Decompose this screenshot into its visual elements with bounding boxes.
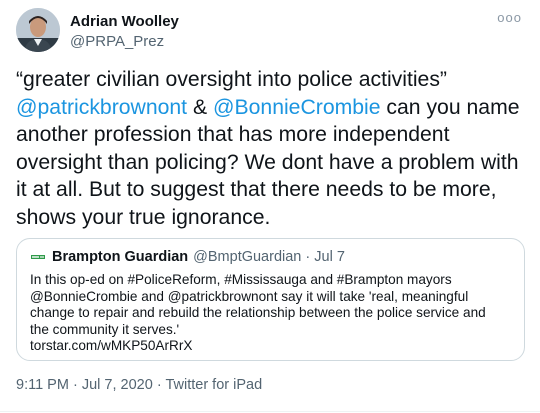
tweet-text-segment: oversight than policing? We dont have a …	[16, 150, 519, 174]
tweet-metadata: 9:11 PM · Jul 7, 2020 · Twitter for iPad	[16, 377, 262, 393]
mention-patrickbrownont[interactable]: @patrickbrownont	[16, 96, 187, 119]
separator-dot: ·	[305, 249, 311, 265]
author-block: Adrian Woolley @PRPA_Prez	[70, 12, 179, 51]
quoted-tweet-card[interactable]: Brampton Guardian @BmptGuardian · Jul 7 …	[16, 238, 525, 361]
author-name[interactable]: Adrian Woolley	[70, 12, 179, 31]
tweet-text-line: @patrickbrownont & @BonnieCrombie can yo…	[16, 94, 528, 122]
tweet-text-line: shows your true ignorance.	[16, 204, 528, 232]
tweet-text-line: “greater civilian oversight into police …	[16, 66, 528, 94]
tweet-text-segment: can you name	[380, 95, 520, 119]
tweet-time[interactable]: 9:11 PM	[16, 377, 69, 393]
tweet-text-segment: “greater civilian oversight into police …	[16, 68, 447, 91]
quoted-author-handle[interactable]: @BmptGuardian	[193, 249, 301, 265]
quoted-tweet-text: In this op-ed on #PoliceReform, #Mississ…	[30, 272, 516, 355]
quoted-text-line: In this op-ed on #PoliceReform, #Mississ…	[30, 272, 452, 287]
tweet-text-segment: another profession that has more indepen…	[16, 123, 450, 146]
tweet-text-segment: shows your true ignorance.	[16, 205, 271, 229]
quoted-text-line: change to repair and rebuild the relatio…	[30, 305, 486, 321]
author-handle[interactable]: @PRPA_Prez	[70, 32, 179, 51]
tweet-text-line: another profession that has more indepen…	[16, 121, 528, 149]
quoted-author-name[interactable]: Brampton Guardian	[52, 249, 188, 265]
tweet-text-line: oversight than policing? We dont have a …	[16, 149, 528, 177]
tweet-source-app[interactable]: Twitter for iPad	[165, 377, 262, 393]
tweet-text-segment: it at all. But to suggest that there nee…	[16, 178, 497, 201]
tweet-text-segment: &	[187, 95, 213, 119]
quoted-text-line: @BonnieCrombie and @patrickbrownont say …	[30, 288, 469, 304]
separator-dot: ·	[73, 377, 82, 393]
quoted-link[interactable]: torstar.com/wMKP50ArRrX	[30, 338, 516, 355]
tweet-text-line: it at all. But to suggest that there nee…	[16, 176, 528, 204]
more-options-icon[interactable]: ooo	[497, 10, 522, 25]
quoted-text-line: the community it serves.'	[30, 321, 180, 337]
author-avatar[interactable]	[16, 8, 60, 52]
divider	[0, 411, 540, 412]
quoted-time-separator: · Jul 7	[301, 249, 345, 265]
newspaper-logo-icon	[30, 252, 46, 262]
quoted-tweet-header: Brampton Guardian @BmptGuardian · Jul 7	[30, 247, 345, 267]
quoted-date[interactable]: Jul 7	[314, 249, 345, 265]
separator-glyph: ·	[156, 377, 162, 393]
tweet-date[interactable]: Jul 7, 2020	[82, 377, 153, 393]
tweet-text: “greater civilian oversight into police …	[16, 66, 528, 231]
mention-bonniecrombie[interactable]: @BonnieCrombie	[213, 96, 381, 119]
separator-glyph: ·	[72, 377, 78, 393]
